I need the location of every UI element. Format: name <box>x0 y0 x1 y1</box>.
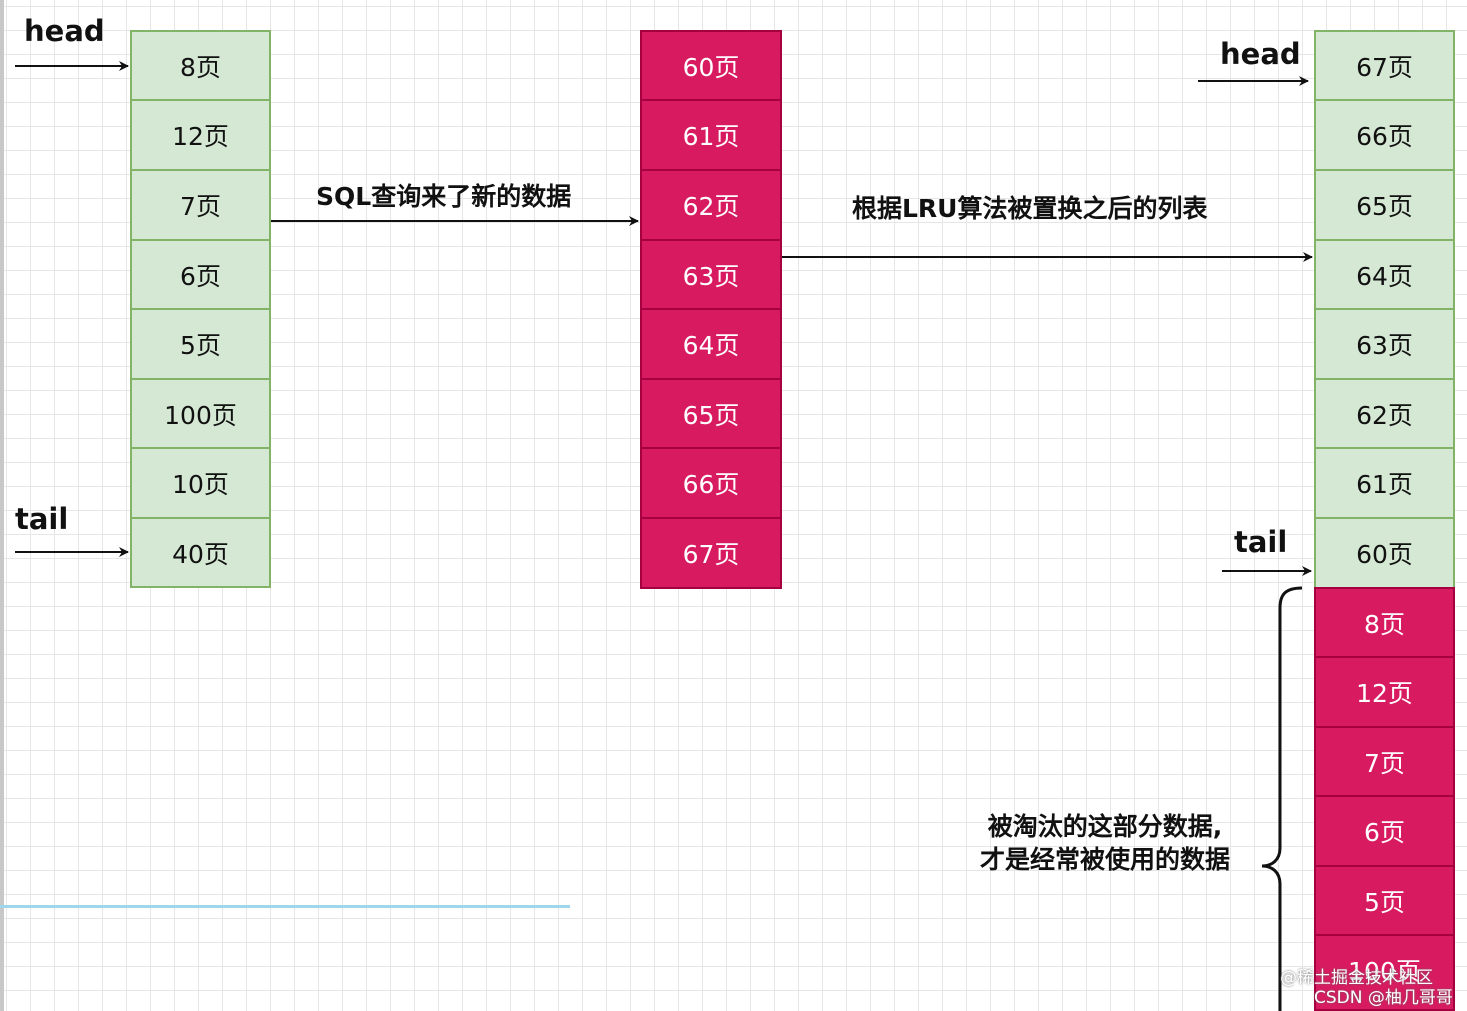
evicted-note-line1: 被淘汰的这部分数据, <box>987 812 1223 841</box>
evicted-bracket <box>1261 586 1303 1011</box>
evicted-note-line2: 才是经常被使用的数据 <box>979 845 1230 874</box>
evicted-note: 被淘汰的这部分数据, 才是经常被使用的数据 <box>964 810 1246 876</box>
new-data-caption: SQL查询来了新的数据 <box>316 182 572 211</box>
tail-label-right: tail <box>1234 525 1288 559</box>
lru-replace-caption: 根据LRU算法被置换之后的列表 <box>852 194 1208 223</box>
head-label-left: head <box>24 14 105 48</box>
head-label-right: head <box>1220 37 1301 71</box>
connector-layer <box>15 61 1313 1011</box>
tail-label-left: tail <box>15 502 69 536</box>
selection-guide-line <box>0 905 570 908</box>
watermark-csdn: CSDN @柚几哥哥 <box>1314 988 1453 1008</box>
